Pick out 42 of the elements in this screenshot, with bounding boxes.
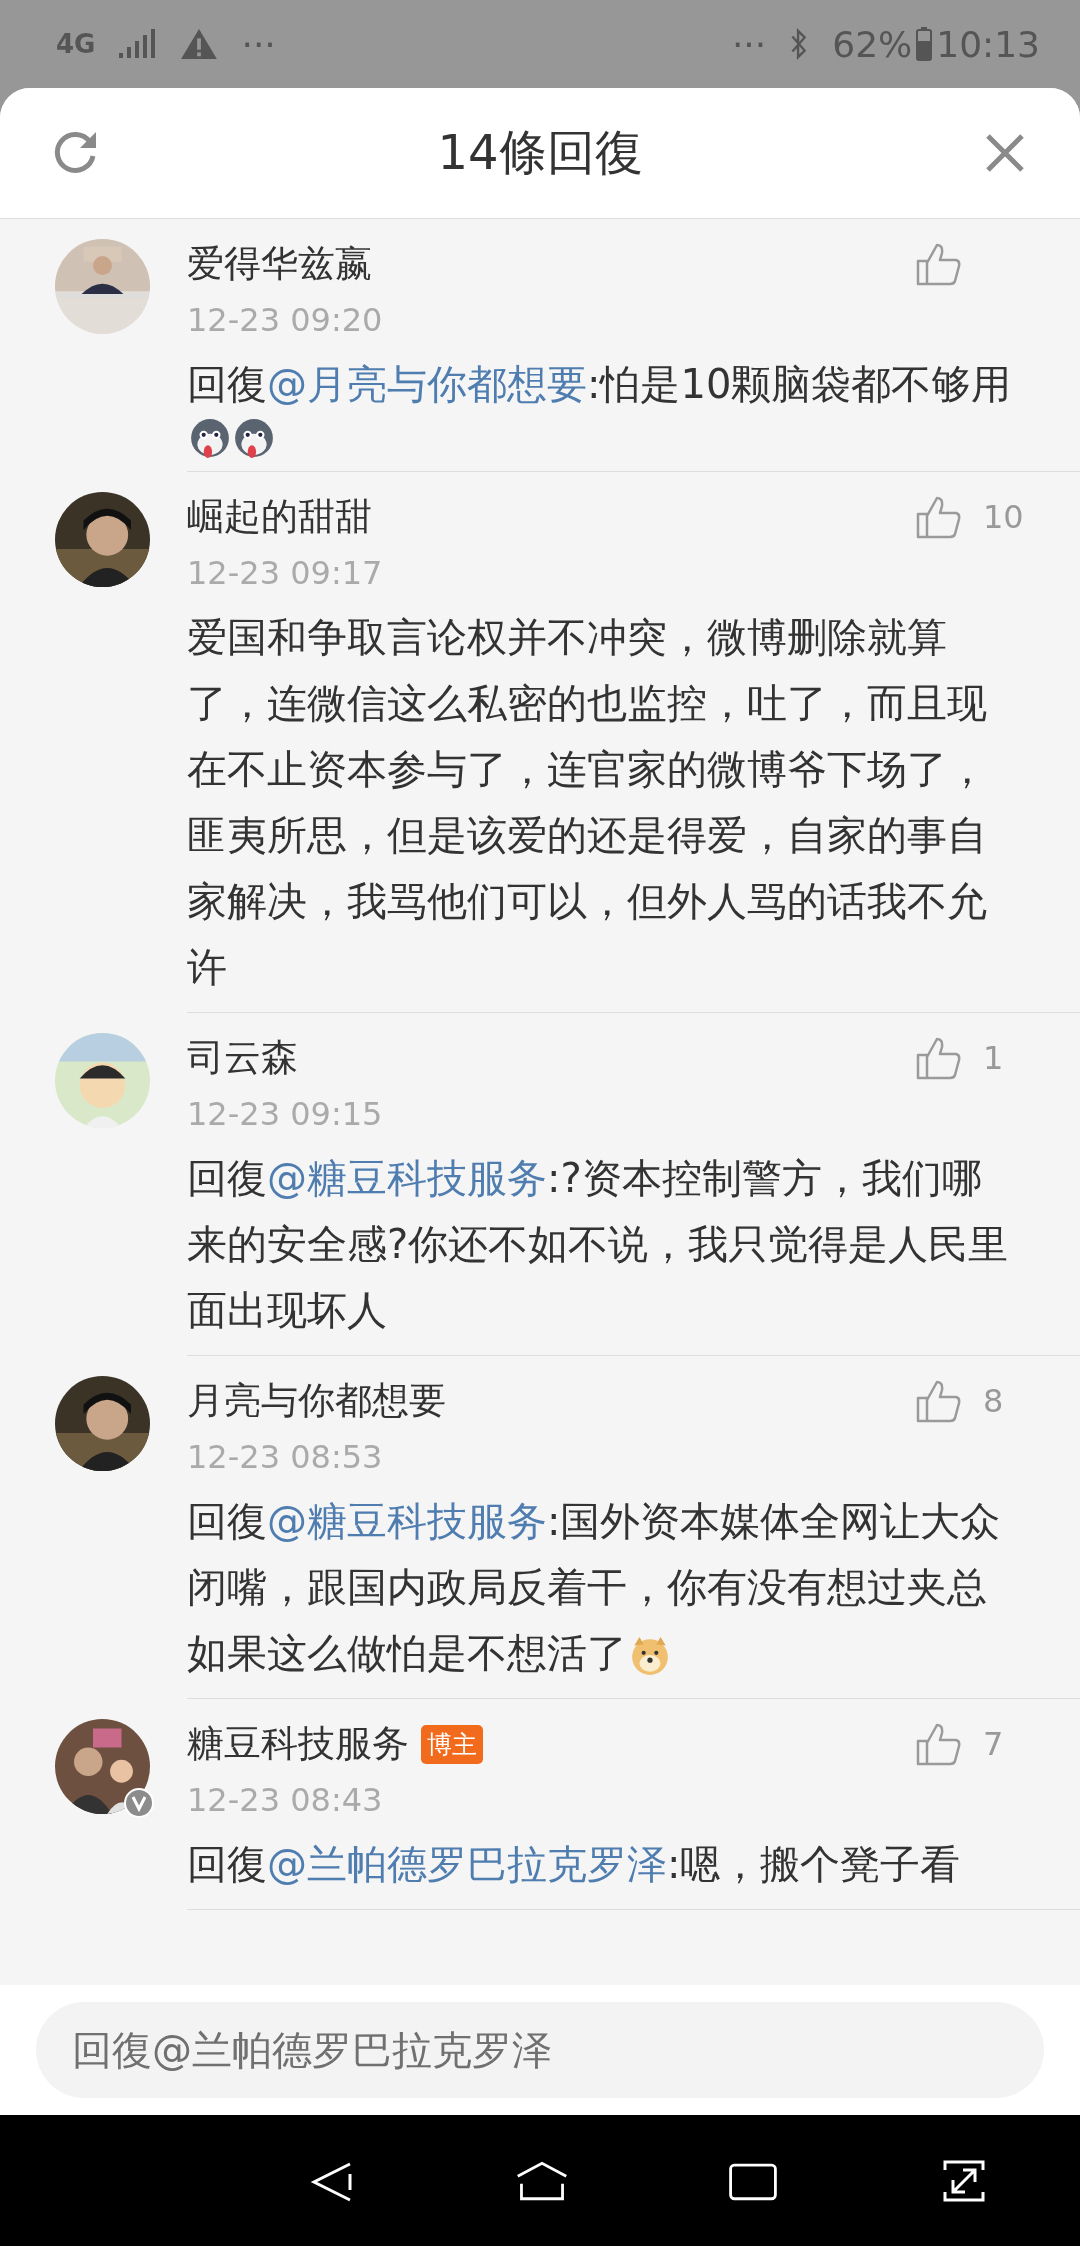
thumbs-up-icon[interactable] [915, 1035, 961, 1081]
signal-icon [117, 28, 158, 60]
comment-time: 12-23 09:15 [187, 1094, 384, 1135]
comment-text: 回復@糖豆科技服务:国外资本媒体全网让大众闭嘴，跟国内政局反着干，你有没有想过夹总如果这么做怕是不想活了 [187, 1497, 1002, 1679]
more-notifications: ··· [241, 23, 276, 65]
username[interactable]: 崛起的甜甜 [187, 492, 372, 542]
sheet-title: 14條回復 [436, 123, 644, 182]
warning-icon [179, 28, 220, 60]
emoji-icon [629, 1635, 671, 1677]
battery-percentage: 62% [832, 23, 913, 65]
mention-link[interactable]: @糖豆科技服务 [267, 1155, 547, 1201]
mention-link[interactable]: @兰帕德罗巴拉克罗泽 [267, 1841, 667, 1887]
battery-icon [916, 27, 933, 61]
comment-time: 12-23 09:17 [187, 553, 384, 594]
comment-text: 回復@糖豆科技服务:?资本控制警方，我们哪来的安全感?你还不如不说，我只觉得是人民里面出现坏人 [187, 1154, 1010, 1335]
username[interactable]: 月亮与你都想要 [187, 1376, 446, 1426]
more-notifications: ··· [731, 23, 767, 65]
emoji-icon [189, 417, 231, 459]
network-type: 4G [56, 29, 96, 59]
like-count: 1 [983, 1039, 1004, 1077]
like-count: 7 [983, 1725, 1004, 1763]
like-count: 8 [983, 1382, 1004, 1420]
comment-text: 爱国和争取言论权并不冲突，微博删除就算了，连微信这么私密的也监控，吐了，而且现在不止资本参与了，连官家的微博爷下场了，匪夷所思，但是该爱的还是得爱，自家的事自家解决，我骂他们可以，但外人骂的话我不允许 [187, 613, 988, 992]
mention-link[interactable]: @糖豆科技服务 [267, 1498, 547, 1544]
clock: 10:13 [936, 23, 1040, 65]
comment-time: 12-23 08:53 [187, 1437, 384, 1478]
username[interactable]: 糖豆科技服务 [187, 1719, 409, 1769]
username[interactable]: 爱得华兹嬴 [187, 239, 372, 289]
thumbs-up-icon[interactable] [915, 1378, 961, 1424]
comment-text: 回復@月亮与你都想要:怕是10颗脑袋都不够用 [187, 351, 1017, 459]
comment-text: 回復@兰帕德罗巴拉克罗泽:嗯，搬个凳子看 [187, 1840, 962, 1889]
thumbs-up-icon[interactable] [915, 1721, 961, 1767]
thumbs-up-icon[interactable] [915, 241, 961, 287]
comment-time: 12-23 09:20 [187, 300, 384, 341]
mention-link[interactable]: @月亮与你都想要 [267, 361, 587, 407]
reply-field[interactable]: 回復@兰帕德罗巴拉克罗泽 [36, 2002, 1044, 2098]
thumbs-up-icon[interactable] [915, 494, 961, 540]
comment-time: 12-23 08:43 [187, 1780, 384, 1821]
emoji-icon [233, 417, 275, 459]
username[interactable]: 司云森 [187, 1033, 298, 1083]
like-count: 10 [983, 498, 1024, 536]
author-tag: 博主 [421, 1724, 483, 1764]
